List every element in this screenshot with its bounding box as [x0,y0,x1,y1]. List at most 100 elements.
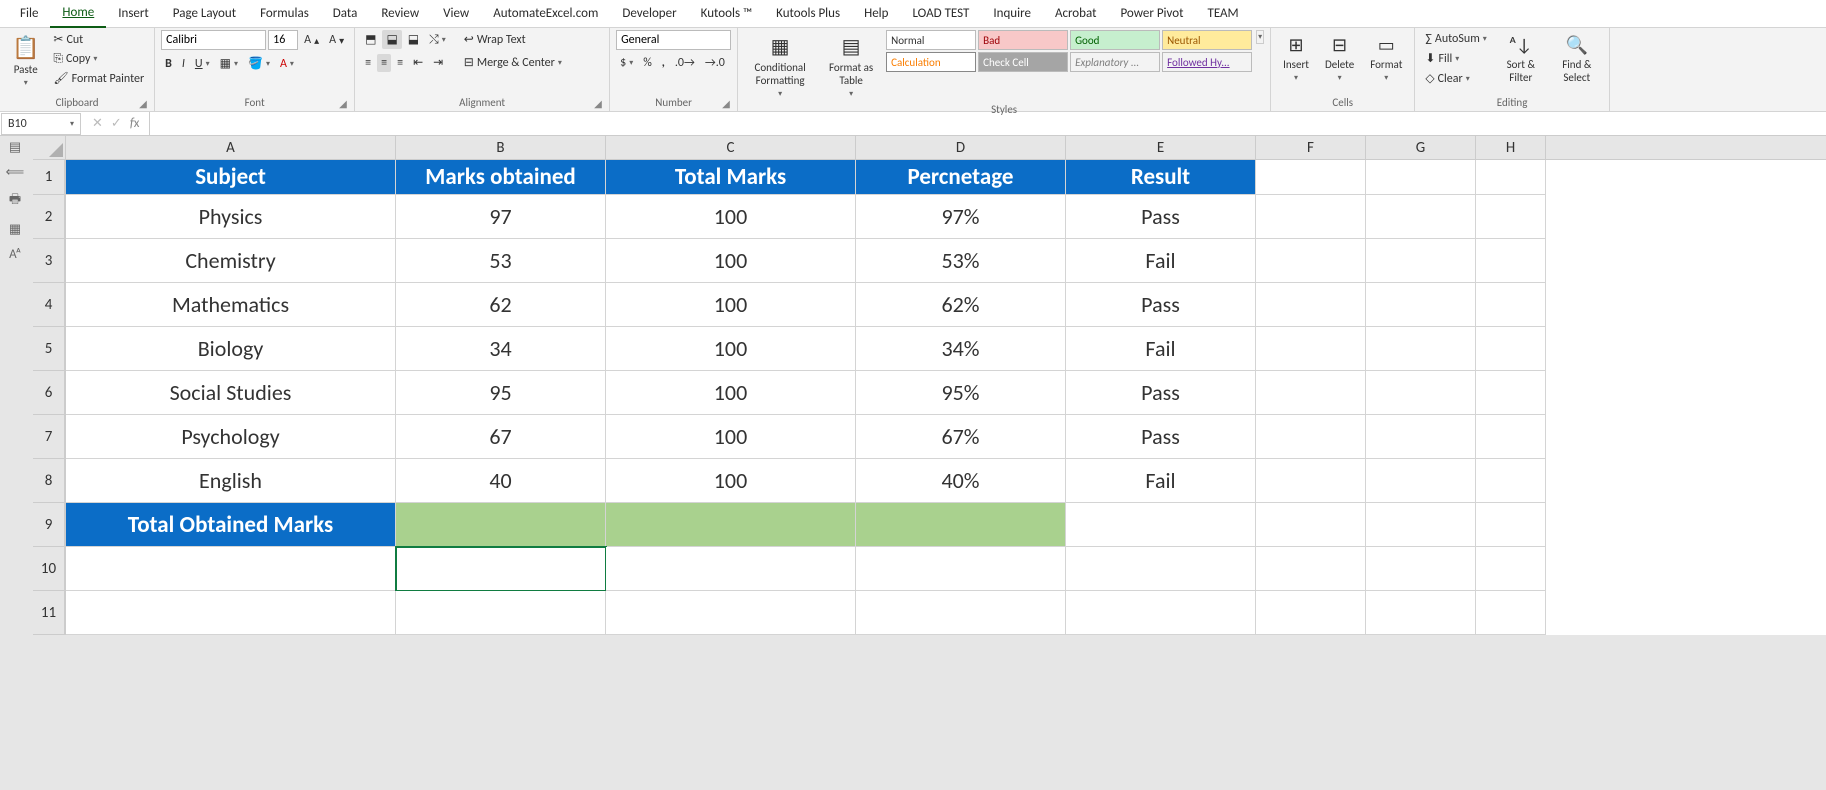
row-header-7[interactable]: 7 [33,415,65,459]
tab-view[interactable]: View [431,0,481,27]
row-header-6[interactable]: 6 [33,371,65,415]
cell-b9[interactable] [396,503,606,547]
cell-c2[interactable]: 100 [606,195,856,239]
side-icon[interactable]: 🖶 [9,190,21,212]
cell-h6[interactable] [1476,371,1546,415]
bold-button[interactable]: B [161,55,176,73]
side-icon[interactable]: ▦ [9,222,21,237]
row-header-5[interactable]: 5 [33,327,65,371]
style-followed-hyperlink[interactable]: Followed Hy... [1162,52,1252,72]
number-format-combo[interactable] [616,30,731,50]
merge-center-button[interactable]: ⊟Merge & Center▾ [460,53,566,72]
delete-cells-button[interactable]: ⊟Delete▾ [1319,30,1360,87]
cell-e3[interactable]: Fail [1066,239,1256,283]
cell-d4[interactable]: 62% [856,283,1066,327]
align-bottom-button[interactable]: ⬓ [404,30,423,49]
cell-c4[interactable]: 100 [606,283,856,327]
cell-c11[interactable] [606,591,856,635]
row-header-11[interactable]: 11 [33,591,65,635]
tab-home[interactable]: Home [50,0,106,28]
cell-f5[interactable] [1256,327,1366,371]
borders-button[interactable]: ▦▾ [216,54,242,73]
row-header-9[interactable]: 9 [33,503,65,547]
cell-h3[interactable] [1476,239,1546,283]
cell-a4[interactable]: Mathematics [66,283,396,327]
cell-c10[interactable] [606,547,856,591]
cell-a10[interactable] [66,547,396,591]
cell-g4[interactable] [1366,283,1476,327]
format-painter-button[interactable]: 🖌Format Painter [49,69,148,88]
cell-d7[interactable]: 67% [856,415,1066,459]
cell-h9[interactable] [1476,503,1546,547]
cell-f11[interactable] [1256,591,1366,635]
cell-c5[interactable]: 100 [606,327,856,371]
cell-e5[interactable]: Fail [1066,327,1256,371]
cell-b8[interactable]: 40 [396,459,606,503]
cell-b10[interactable] [396,547,606,591]
tab-insert[interactable]: Insert [106,0,161,27]
cell-c9[interactable] [606,503,856,547]
col-header-g[interactable]: G [1366,136,1476,159]
cell-d6[interactable]: 95% [856,371,1066,415]
find-select-button[interactable]: 🔍Find & Select [1551,30,1603,88]
cell-a6[interactable]: Social Studies [66,371,396,415]
decrease-decimal-button[interactable]: →.0 [701,54,729,72]
cell-g5[interactable] [1366,327,1476,371]
tab-inquire[interactable]: Inquire [981,0,1043,27]
cell-b1[interactable]: Marks obtained [396,160,606,195]
styles-more-button[interactable]: ▾ [1258,32,1262,42]
col-header-c[interactable]: C [606,136,856,159]
cell-h8[interactable] [1476,459,1546,503]
tab-team[interactable]: TEAM [1195,0,1250,27]
enter-formula-icon[interactable]: ✓ [111,116,122,131]
cell-e4[interactable]: Pass [1066,283,1256,327]
cell-g8[interactable] [1366,459,1476,503]
orientation-button[interactable]: ⤭▾ [425,31,450,49]
tab-kutools-plus[interactable]: Kutools Plus [764,0,852,27]
tab-help[interactable]: Help [852,0,900,27]
cell-b7[interactable]: 67 [396,415,606,459]
cell-c8[interactable]: 100 [606,459,856,503]
align-left-button[interactable]: ≡ [361,54,375,72]
cell-a9[interactable]: Total Obtained Marks [66,503,396,547]
cell-h10[interactable] [1476,547,1546,591]
tab-automateexcel[interactable]: AutomateExcel.com [481,0,610,27]
align-middle-button[interactable]: ⬓ [382,30,401,49]
fill-color-button[interactable]: 🪣▾ [244,54,274,73]
style-check-cell[interactable]: Check Cell [978,52,1068,72]
sort-filter-button[interactable]: ᴬ↓Sort & Filter [1495,30,1547,88]
cell-h2[interactable] [1476,195,1546,239]
col-header-f[interactable]: F [1256,136,1366,159]
cell-a3[interactable]: Chemistry [66,239,396,283]
select-all-corner[interactable] [33,136,65,160]
col-header-a[interactable]: A [66,136,396,159]
side-icon[interactable]: ▤ [9,140,21,155]
row-header-1[interactable]: 1 [33,160,65,195]
col-header-b[interactable]: B [396,136,606,159]
cell-b2[interactable]: 97 [396,195,606,239]
cell-c1[interactable]: Total Marks [606,160,856,195]
cell-c3[interactable]: 100 [606,239,856,283]
row-header-3[interactable]: 3 [33,239,65,283]
cell-h11[interactable] [1476,591,1546,635]
italic-button[interactable]: I [178,55,189,73]
row-header-4[interactable]: 4 [33,283,65,327]
cell-c6[interactable]: 100 [606,371,856,415]
name-box[interactable]: B10▾ [1,113,81,135]
cell-f6[interactable] [1256,371,1366,415]
copy-button[interactable]: ⎘Copy▾ [49,50,148,68]
tab-review[interactable]: Review [369,0,431,27]
cell-f1[interactable] [1256,160,1366,195]
cancel-formula-icon[interactable]: ✕ [92,116,103,131]
tab-acrobat[interactable]: Acrobat [1043,0,1109,27]
dialog-launcher-icon[interactable]: ◢ [594,97,606,109]
cell-e9[interactable] [1066,503,1256,547]
side-icon[interactable]: Aᴬ [9,247,21,262]
wrap-text-button[interactable]: ↩Wrap Text [460,30,566,49]
dialog-launcher-icon[interactable]: ◢ [339,97,351,109]
cell-g7[interactable] [1366,415,1476,459]
cell-f9[interactable] [1256,503,1366,547]
dialog-launcher-icon[interactable]: ◢ [139,97,151,109]
clear-button[interactable]: ◇Clear▾ [1421,69,1490,88]
cell-b4[interactable]: 62 [396,283,606,327]
